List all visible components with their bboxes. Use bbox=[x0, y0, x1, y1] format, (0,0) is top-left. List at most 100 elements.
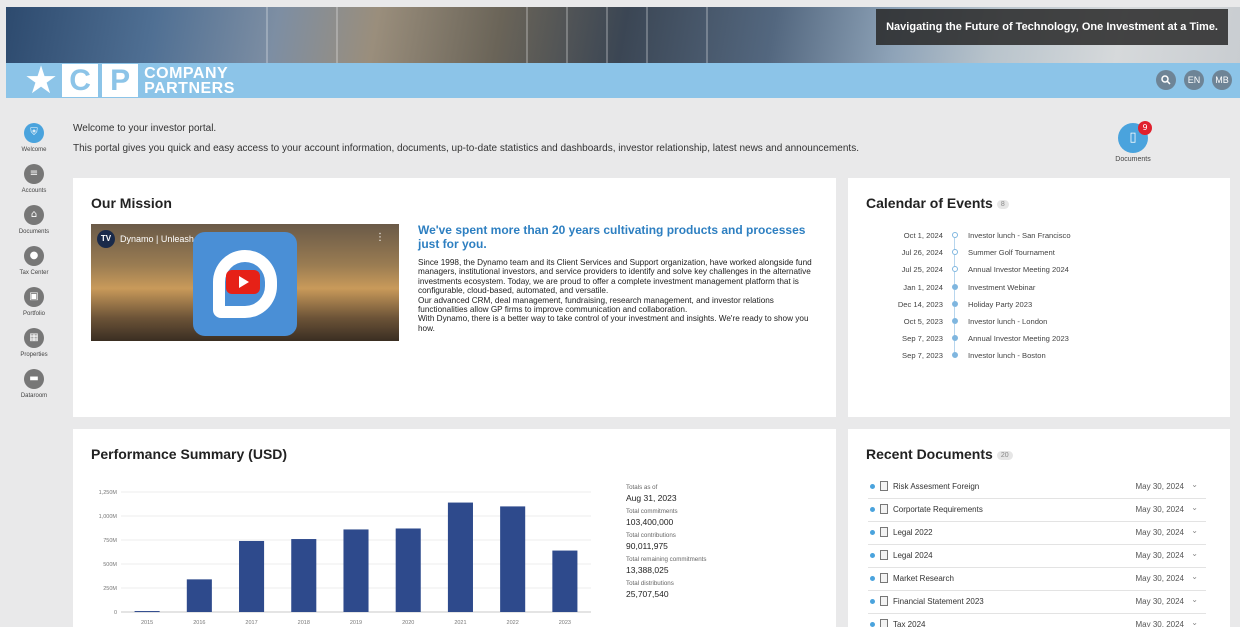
documents-shortcut-button[interactable]: ▯ 9 Documents bbox=[1110, 121, 1156, 163]
chevron-down-icon[interactable]: ⌄ bbox=[1191, 503, 1198, 512]
y-tick-label: 250M bbox=[103, 586, 117, 592]
document-row[interactable]: Financial Statement 2023 May 30, 2024 ⌄ bbox=[868, 591, 1206, 614]
bar-2017[interactable] bbox=[239, 540, 265, 612]
sidebar-item-label: Tax Center bbox=[19, 270, 49, 276]
total-label: Total contributions bbox=[626, 532, 676, 539]
timeline-dot bbox=[952, 317, 958, 324]
mission-paragraph: Since 1998, the Dynamo team and its Clie… bbox=[418, 258, 812, 296]
chevron-down-icon[interactable]: ⌄ bbox=[1191, 595, 1198, 604]
timeline-dot bbox=[952, 249, 958, 256]
chevron-down-icon[interactable]: ⌄ bbox=[1191, 549, 1198, 558]
document-row[interactable]: Corportate Requirements May 30, 2024 ⌄ bbox=[868, 499, 1206, 522]
sidebar-item-properties[interactable]: ▦ Properties bbox=[6, 328, 62, 358]
event-item[interactable]: Jan 1, 2024 Investment Webinar bbox=[866, 279, 1216, 302]
play-button[interactable] bbox=[226, 270, 260, 294]
more-options-icon[interactable]: ⋮ bbox=[375, 232, 385, 243]
bar-2018[interactable] bbox=[291, 539, 317, 612]
event-item[interactable]: Sep 7, 2023 Annual Investor Meeting 2023 bbox=[866, 330, 1216, 354]
document-name[interactable]: Financial Statement 2023 bbox=[893, 597, 984, 606]
event-date: Jan 1, 2024 bbox=[903, 282, 943, 292]
document-name[interactable]: Tax 2024 bbox=[893, 620, 925, 627]
unread-dot-icon bbox=[870, 599, 875, 604]
user-avatar[interactable]: MB bbox=[1212, 70, 1232, 90]
portfolio-icon: ▣ bbox=[24, 287, 44, 307]
sidebar-item-documents[interactable]: ⌂ Documents bbox=[6, 205, 62, 235]
document-name[interactable]: Risk Assesment Foreign bbox=[893, 482, 979, 491]
event-date: Sep 7, 2023 bbox=[902, 351, 943, 361]
sidebar-item-dataroom[interactable]: ▬ Dataroom bbox=[6, 369, 62, 399]
sidebar-item-welcome[interactable]: ⛨ Welcome bbox=[6, 123, 62, 153]
recent-documents-title: Recent Documents 20 bbox=[866, 446, 1013, 462]
logo-wordmark: COMPANY PARTNERS bbox=[144, 65, 235, 96]
document-row[interactable]: Tax 2024 May 30, 2024 ⌄ bbox=[868, 614, 1206, 627]
document-name[interactable]: Legal 2024 bbox=[893, 551, 933, 560]
document-row[interactable]: Legal 2022 May 30, 2024 ⌄ bbox=[868, 522, 1206, 545]
document-row[interactable]: Risk Assesment Foreign May 30, 2024 ⌄ bbox=[868, 476, 1206, 499]
welcome-line-2: This portal gives you quick and easy acc… bbox=[73, 143, 859, 154]
hero-banner: Navigating the Future of Technology, One… bbox=[6, 7, 1240, 63]
documents-shortcut-label: Documents bbox=[1115, 156, 1151, 163]
company-logo[interactable]: ★ C P COMPANY PARTNERS bbox=[24, 61, 235, 99]
event-item[interactable]: Jul 26, 2024 Summer Golf Tournament bbox=[866, 244, 1216, 268]
folder-icon: ▬ bbox=[24, 369, 44, 389]
chevron-down-icon[interactable]: ⌄ bbox=[1191, 618, 1198, 627]
bar-2022[interactable] bbox=[500, 506, 526, 612]
timeline-dot bbox=[952, 232, 958, 238]
x-tick-label: 2015 bbox=[141, 620, 153, 626]
bar-2019[interactable] bbox=[343, 529, 369, 612]
document-name[interactable]: Corportate Requirements bbox=[893, 505, 983, 514]
calendar-title-text: Calendar of Events bbox=[866, 195, 993, 211]
recent-documents-title-text: Recent Documents bbox=[866, 446, 993, 462]
y-tick-label: 750M bbox=[103, 538, 117, 544]
document-row[interactable]: Market Research May 30, 2024 ⌄ bbox=[868, 568, 1206, 591]
event-item[interactable]: Oct 5, 2023 Investor lunch - London bbox=[866, 313, 1216, 336]
total-item: Total distributions 25,707,540 bbox=[626, 580, 706, 599]
x-tick-label: 2021 bbox=[454, 620, 466, 626]
language-button[interactable]: EN bbox=[1184, 70, 1204, 90]
chevron-down-icon[interactable]: ⌄ bbox=[1191, 572, 1198, 581]
chevron-down-icon[interactable]: ⌄ bbox=[1191, 480, 1198, 489]
channel-avatar: TV bbox=[97, 230, 115, 248]
timeline-dot bbox=[952, 283, 958, 290]
total-label: Totals as of bbox=[626, 484, 658, 491]
event-date: Jul 25, 2024 bbox=[901, 265, 943, 275]
bar-2023[interactable] bbox=[552, 550, 578, 612]
document-name[interactable]: Market Research bbox=[893, 574, 954, 583]
event-item[interactable]: Jul 25, 2024 Annual Investor Meeting 2024 bbox=[866, 261, 1216, 285]
timeline-dot bbox=[952, 335, 958, 342]
video-player[interactable]: TV Dynamo | Unleash Your Insights ⋮ bbox=[91, 224, 399, 341]
chevron-down-icon[interactable]: ⌄ bbox=[1191, 526, 1198, 535]
top-header: ★ C P COMPANY PARTNERS EN MB bbox=[6, 61, 1240, 99]
x-tick-label: 2019 bbox=[350, 620, 362, 626]
bar-2016[interactable] bbox=[186, 579, 212, 612]
event-item[interactable]: Dec 14, 2023 Holiday Party 2023 bbox=[866, 296, 1216, 319]
event-item[interactable]: Oct 1, 2024 Investor lunch - San Francisc… bbox=[866, 227, 1216, 250]
performance-card: Performance Summary (USD) 0 250M 500M 750M 1… bbox=[73, 429, 836, 627]
document-name[interactable]: Legal 2022 bbox=[893, 528, 933, 537]
document-row[interactable]: Legal 2024 May 30, 2024 ⌄ bbox=[868, 545, 1206, 568]
sidebar-item-label: Documents bbox=[18, 229, 50, 235]
sidebar-item-portfolio[interactable]: ▣ Portfolio bbox=[6, 287, 62, 317]
sidebar-item-label: Dataroom bbox=[20, 393, 48, 399]
person-icon: ● bbox=[24, 246, 44, 266]
file-icon bbox=[880, 481, 888, 491]
total-item: Totals as of Aug 31, 2023 bbox=[626, 484, 706, 503]
total-item: Total contributions 90,011,975 bbox=[626, 532, 706, 551]
sidebar-item-tax-center[interactable]: ● Tax Center bbox=[6, 246, 62, 276]
bar-2015[interactable] bbox=[134, 611, 160, 613]
total-label: Total commitments bbox=[626, 508, 678, 515]
performance-title: Performance Summary (USD) bbox=[91, 446, 288, 462]
x-tick-label: 2018 bbox=[298, 620, 310, 626]
event-name: Annual Investor Meeting 2024 bbox=[968, 265, 1069, 275]
mission-body: Since 1998, the Dynamo team and its Clie… bbox=[418, 258, 818, 333]
unread-dot-icon bbox=[870, 553, 875, 558]
event-name: Investor lunch - London bbox=[968, 316, 1048, 326]
sidebar-item-accounts[interactable]: ≡ Accounts bbox=[6, 164, 62, 194]
event-date: Oct 5, 2023 bbox=[903, 316, 943, 326]
search-icon[interactable] bbox=[1156, 70, 1176, 90]
event-item[interactable]: Sep 7, 2023 Investor lunch - Boston bbox=[866, 347, 1216, 364]
bar-2021[interactable] bbox=[447, 502, 473, 612]
y-tick-label: 1,000M bbox=[99, 514, 118, 520]
bar-2020[interactable] bbox=[395, 528, 421, 612]
document-date: May 30, 2024 bbox=[1135, 574, 1184, 583]
